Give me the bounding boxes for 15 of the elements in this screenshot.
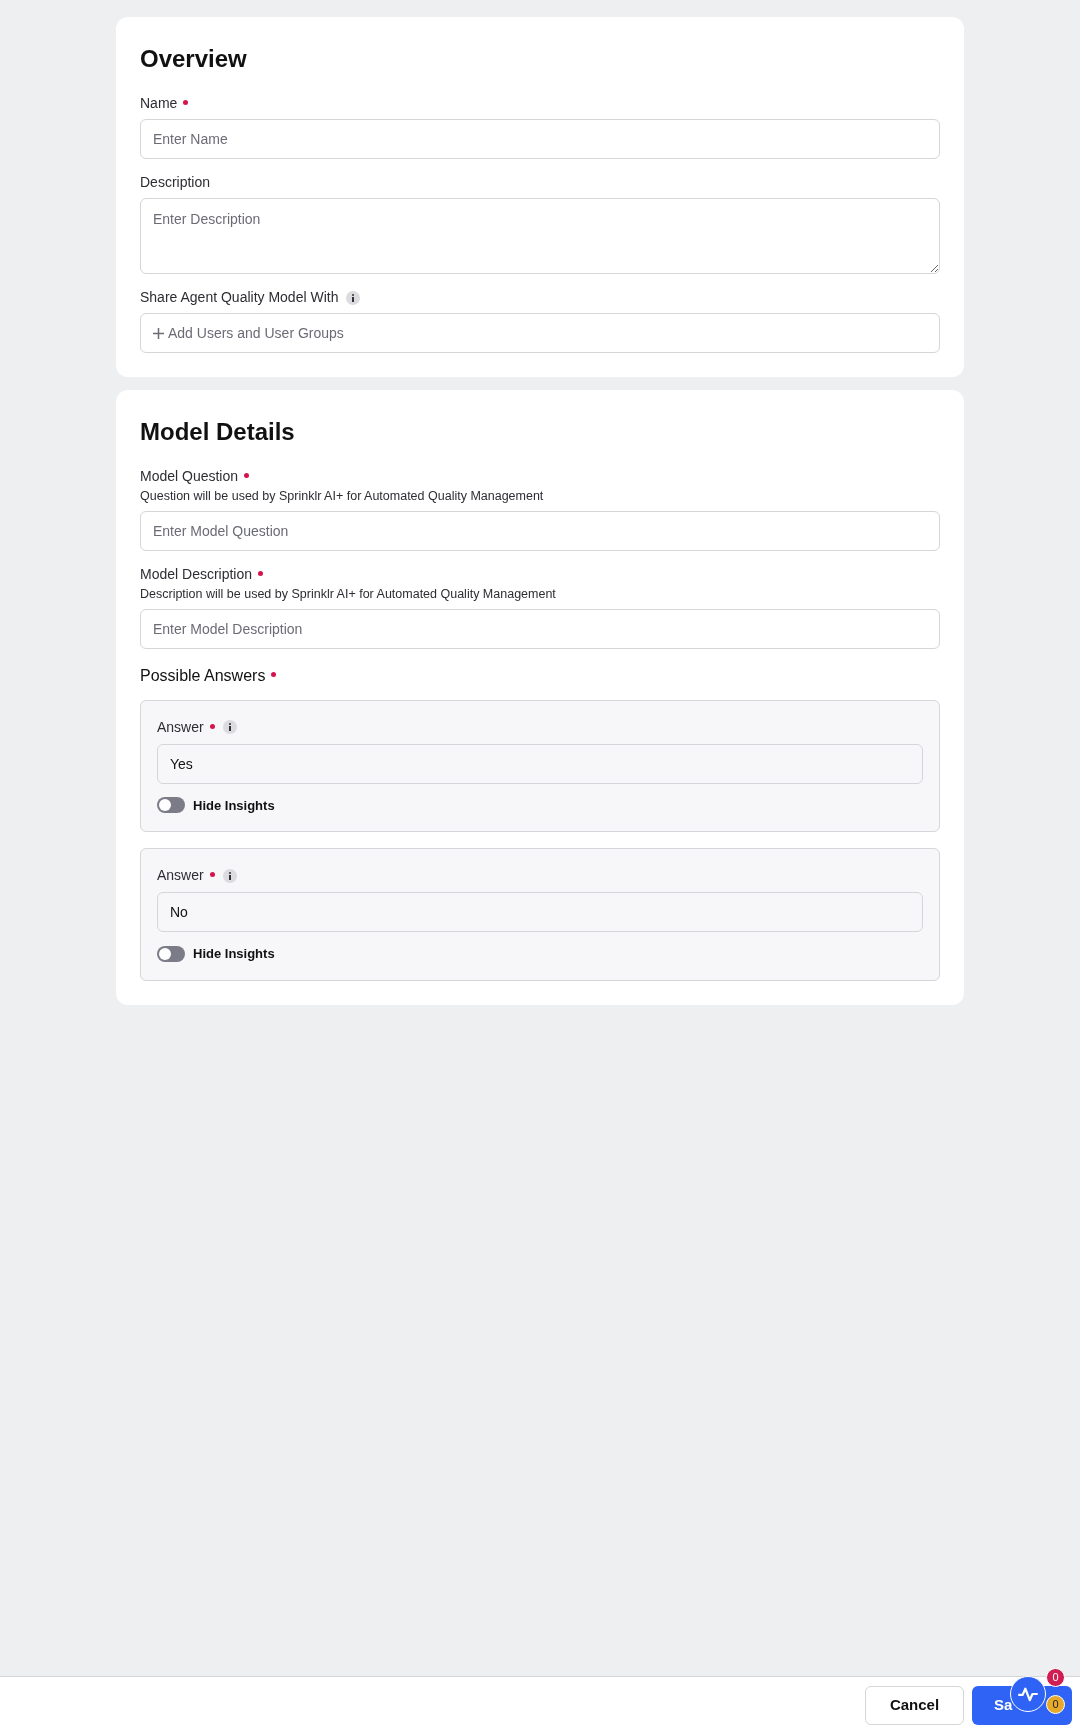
field-label: Answer [157,717,204,737]
section-title: Overview [140,44,248,74]
toggle-label: Hide Insights [193,945,275,963]
field-placeholder: Add Users and User Groups [168,323,344,343]
field-label: Answer [157,866,204,885]
field-hint: Question will be used by Sprinklr AI+ for Automated Quality Management [140,488,545,505]
section-title: Model Details [140,417,296,447]
toggle-label: Hide Insights [193,796,275,815]
field-label: Share Agent Quality Model With [140,288,339,307]
field-label: Model Question [140,467,239,486]
answers-label: Possible Answers [140,665,266,686]
field-label: Description [140,173,211,192]
field-label: Name [140,94,178,113]
field-label: Model Description [140,564,253,584]
field-hint: Description will be used by Sprinklr AI+ for Automated Quality Management [140,585,557,603]
